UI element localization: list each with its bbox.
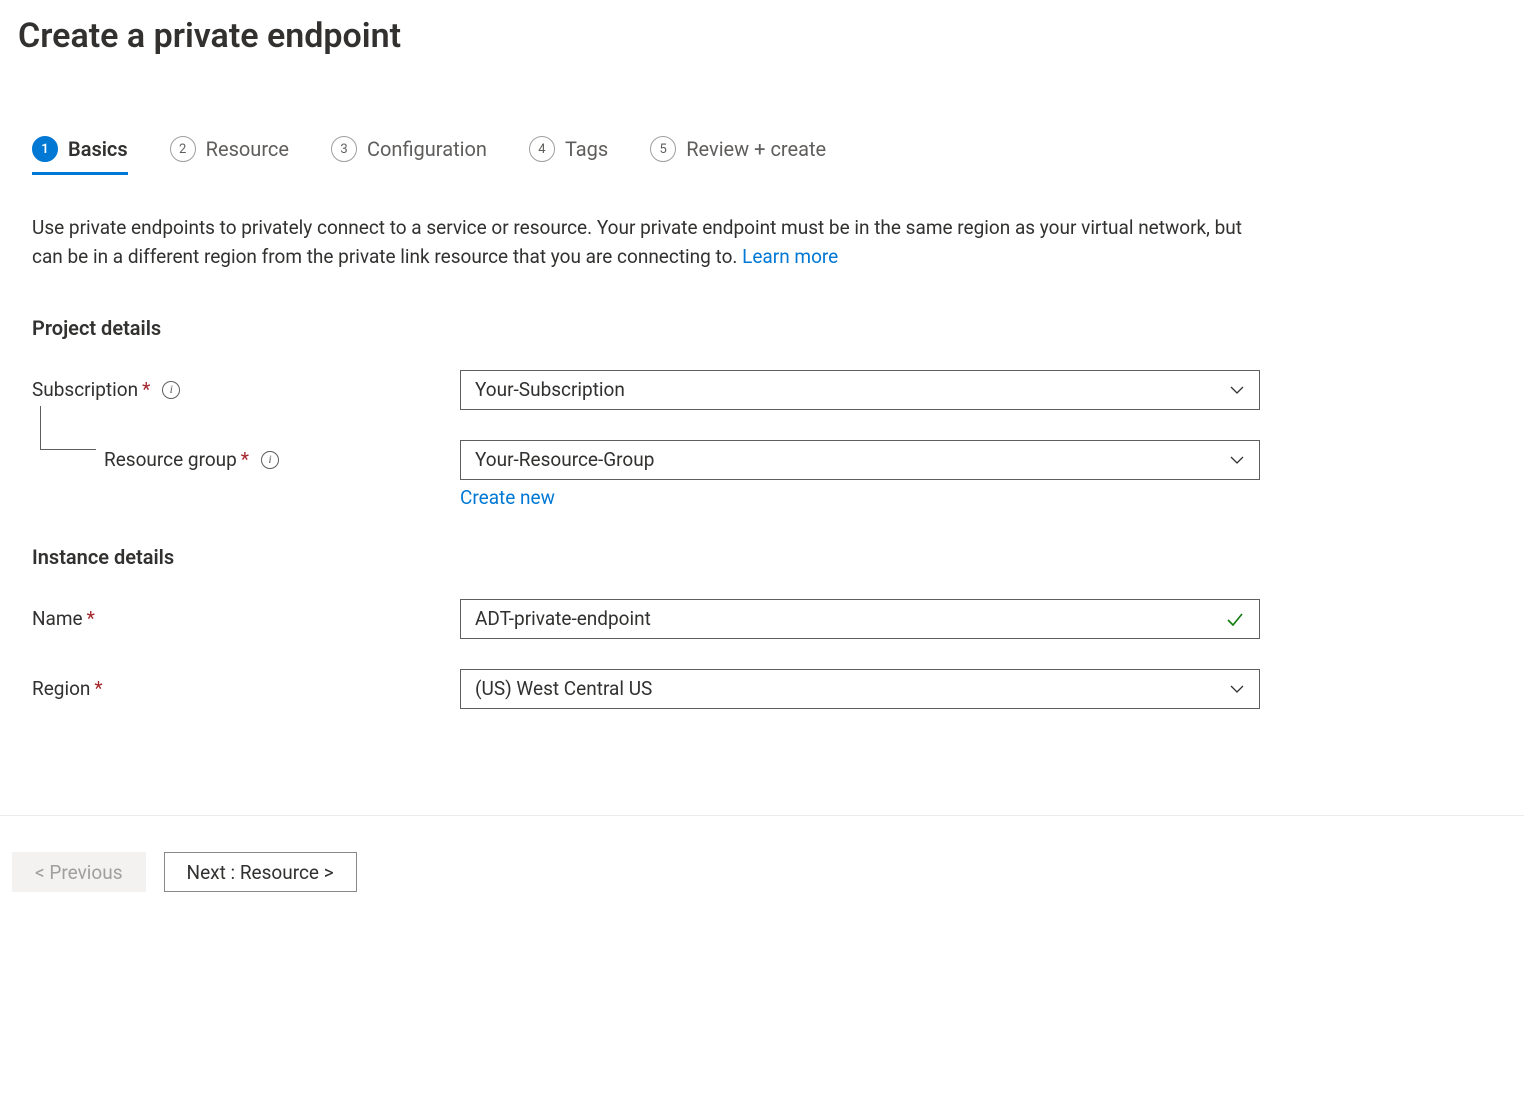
learn-more-link[interactable]: Learn more xyxy=(742,245,838,268)
subscription-row: Subscription * i Your-Subscription xyxy=(32,370,1248,410)
description-text: Use private endpoints to privately conne… xyxy=(32,213,1248,272)
tab-step-number: 5 xyxy=(650,136,676,162)
tab-label: Review + create xyxy=(686,137,826,161)
required-asterisk: * xyxy=(87,607,95,630)
name-input-wrap xyxy=(460,599,1260,639)
page-title: Create a private endpoint xyxy=(0,0,1524,56)
checkmark-icon xyxy=(1225,609,1245,629)
chevron-down-icon xyxy=(1229,382,1245,398)
project-details-heading: Project details xyxy=(32,316,1248,340)
tree-connector-icon xyxy=(40,406,96,450)
description-body: Use private endpoints to privately conne… xyxy=(32,216,1242,268)
label-text: Resource group xyxy=(104,448,237,471)
required-asterisk: * xyxy=(241,448,249,471)
tab-label: Configuration xyxy=(367,137,487,161)
tab-basics[interactable]: 1 Basics xyxy=(32,136,128,175)
region-row: Region * (US) West Central US xyxy=(32,669,1248,709)
name-control xyxy=(460,599,1260,639)
label-text: Name xyxy=(32,607,83,630)
resource-group-select[interactable]: Your-Resource-Group xyxy=(460,440,1260,480)
subscription-value: Your-Subscription xyxy=(475,378,1229,401)
resource-group-label: Resource group * i xyxy=(32,448,460,471)
previous-button: < Previous xyxy=(12,852,146,892)
name-row: Name * xyxy=(32,599,1248,639)
subscription-select[interactable]: Your-Subscription xyxy=(460,370,1260,410)
tab-step-number: 2 xyxy=(170,136,196,162)
region-select[interactable]: (US) West Central US xyxy=(460,669,1260,709)
region-label: Region * xyxy=(32,677,460,700)
tab-content: Use private endpoints to privately conne… xyxy=(0,175,1280,709)
next-button[interactable]: Next : Resource > xyxy=(164,852,357,892)
create-new-row: Create new xyxy=(32,486,1248,509)
tab-label: Basics xyxy=(68,137,128,161)
label-text: Region xyxy=(32,677,90,700)
tab-tags[interactable]: 4 Tags xyxy=(529,136,608,175)
region-control: (US) West Central US xyxy=(460,669,1260,709)
resource-group-row: Resource group * i Your-Resource-Group xyxy=(32,440,1248,480)
chevron-down-icon xyxy=(1229,681,1245,697)
tab-label: Tags xyxy=(565,137,608,161)
tab-label: Resource xyxy=(206,137,289,161)
tab-step-number: 3 xyxy=(331,136,357,162)
create-new-control: Create new xyxy=(460,486,1248,509)
footer-bar: < Previous Next : Resource > xyxy=(0,815,1524,892)
tab-step-number: 1 xyxy=(32,136,58,162)
wizard-tabs: 1 Basics 2 Resource 3 Configuration 4 Ta… xyxy=(0,56,1524,175)
instance-details-heading: Instance details xyxy=(32,545,1248,569)
tab-resource[interactable]: 2 Resource xyxy=(170,136,289,175)
resource-group-control: Your-Resource-Group xyxy=(460,440,1260,480)
required-asterisk: * xyxy=(94,677,102,700)
region-value: (US) West Central US xyxy=(475,677,1229,700)
chevron-down-icon xyxy=(1229,452,1245,468)
tab-configuration[interactable]: 3 Configuration xyxy=(331,136,487,175)
info-icon[interactable]: i xyxy=(162,381,180,399)
resource-group-value: Your-Resource-Group xyxy=(475,448,1229,471)
info-icon[interactable]: i xyxy=(261,451,279,469)
subscription-control: Your-Subscription xyxy=(460,370,1260,410)
tab-step-number: 4 xyxy=(529,136,555,162)
name-label: Name * xyxy=(32,607,460,630)
label-text: Subscription xyxy=(32,378,138,401)
name-input[interactable] xyxy=(475,607,1225,630)
required-asterisk: * xyxy=(142,378,150,401)
tab-review-create[interactable]: 5 Review + create xyxy=(650,136,826,175)
create-new-link[interactable]: Create new xyxy=(460,486,555,509)
subscription-label: Subscription * i xyxy=(32,378,460,401)
